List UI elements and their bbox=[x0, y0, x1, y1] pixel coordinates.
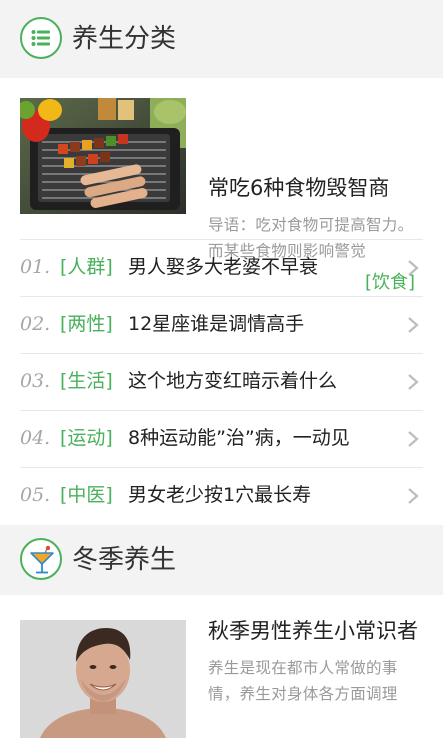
section-title: 冬季养生 bbox=[72, 545, 177, 575]
chevron-right-icon bbox=[408, 374, 419, 390]
list-item[interactable]: 02. [两性] 12星座谁是调情高手 bbox=[20, 296, 423, 352]
section-header-categories: 养生分类 bbox=[0, 0, 443, 78]
bbq-grill-image[interactable] bbox=[20, 98, 186, 214]
section-title: 养生分类 bbox=[72, 24, 177, 54]
item-tag: [运动] bbox=[60, 427, 113, 449]
list-icon bbox=[20, 17, 62, 59]
item-tag: [中医] bbox=[60, 484, 113, 506]
item-number: 03. bbox=[20, 370, 51, 392]
featured-summary: 养生是现在都市人常做的事情，养生对身体各方面调理 bbox=[208, 659, 398, 703]
list-item[interactable]: 03. [生活] 这个地方变红暗示着什么 bbox=[20, 353, 423, 409]
category-panel: 常吃6种食物毁智商 导语：吃对食物可提高智力。而某些食物则影响警觉 [饮食] 0… bbox=[0, 78, 443, 525]
item-title: 12星座谁是调情高手 bbox=[128, 313, 305, 335]
chevron-right-icon bbox=[408, 488, 419, 504]
list-item[interactable]: 05. [中医] 男女老少按1穴最长寿 bbox=[20, 467, 423, 523]
section-header-winter: 冬季养生 bbox=[0, 525, 443, 595]
item-tag: [两性] bbox=[60, 313, 113, 335]
featured-article[interactable]: 秋季男性养生小常识者 养生是现在都市人常做的事情，养生对身体各方面调理 bbox=[0, 595, 443, 738]
item-title: 这个地方变红暗示着什么 bbox=[128, 370, 338, 392]
item-tag: [人群] bbox=[60, 256, 113, 278]
list-item[interactable]: 04. [运动] 8种运动能”治”病，一动见 bbox=[20, 410, 423, 466]
winter-panel: 秋季男性养生小常识者 养生是现在都市人常做的事情，养生对身体各方面调理 bbox=[0, 595, 443, 738]
featured-title: 秋季男性养生小常识者 bbox=[208, 619, 418, 643]
item-number: 01. bbox=[20, 256, 51, 278]
featured-article[interactable]: 常吃6种食物毁智商 导语：吃对食物可提高智力。而某些食物则影响警觉 [饮食] bbox=[0, 78, 443, 293]
chevron-right-icon bbox=[408, 260, 419, 276]
chevron-right-icon bbox=[408, 317, 419, 333]
chevron-right-icon bbox=[408, 431, 419, 447]
item-title: 男人娶多大老婆不早衰 bbox=[128, 256, 319, 278]
list-item[interactable]: 01. [人群] 男人娶多大老婆不早衰 bbox=[20, 239, 423, 295]
item-tag: [生活] bbox=[60, 370, 113, 392]
item-number: 04. bbox=[20, 427, 51, 449]
smiling-man-image[interactable] bbox=[20, 620, 186, 738]
cocktail-icon bbox=[20, 538, 62, 580]
item-title: 8种运动能”治”病，一动见 bbox=[128, 427, 350, 449]
item-number: 02. bbox=[20, 313, 51, 335]
featured-title: 常吃6种食物毁智商 bbox=[208, 176, 390, 200]
item-title: 男女老少按1穴最长寿 bbox=[128, 484, 312, 506]
item-number: 05. bbox=[20, 484, 51, 506]
